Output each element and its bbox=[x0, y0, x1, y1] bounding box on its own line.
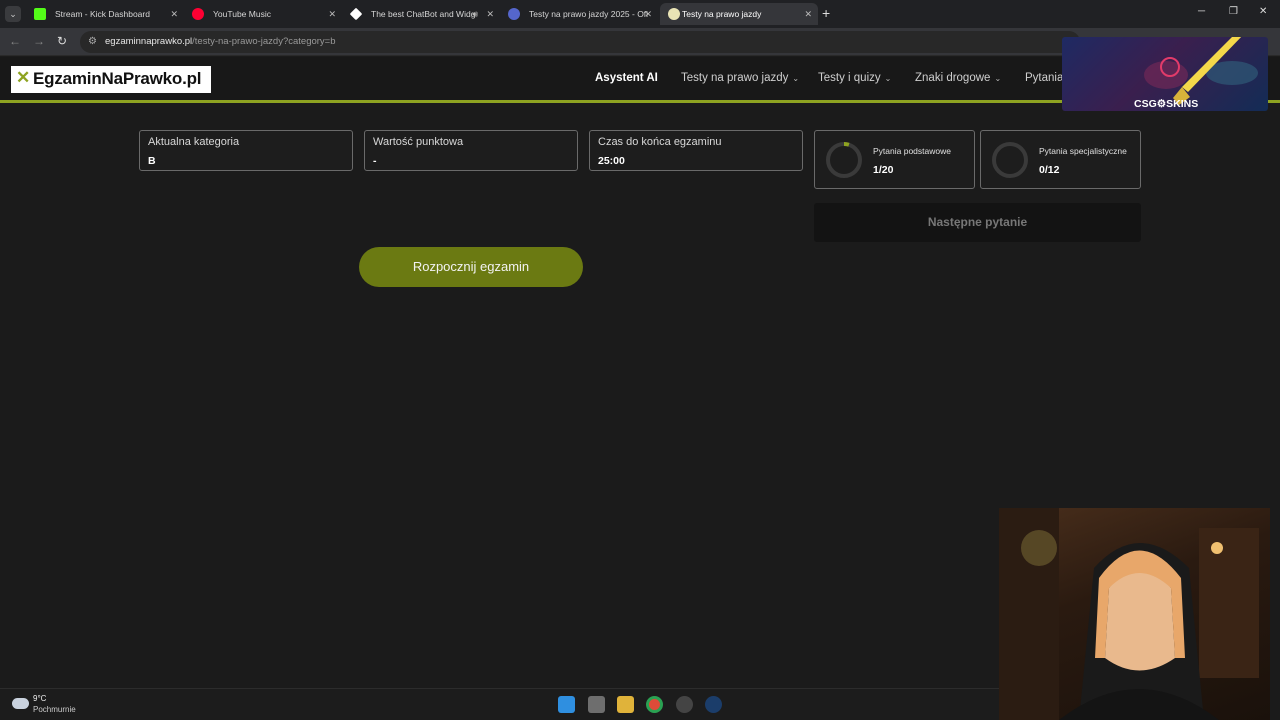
chevron-down-icon: ⌄ bbox=[994, 74, 1002, 83]
browser-tab-strip: ⌄ Stream - Kick Dashboard ✕ YouTube Musi… bbox=[0, 0, 1280, 28]
start-exam-button[interactable]: Rozpocznij egzamin bbox=[359, 247, 583, 287]
card-value: - bbox=[373, 155, 377, 167]
tab-close-icon[interactable]: ✕ bbox=[804, 3, 812, 25]
progress-ring bbox=[826, 142, 862, 178]
tab-testy-2025[interactable]: Testy na prawo jazdy 2025 - Ofi ✕ bbox=[500, 3, 658, 25]
card-point-value: Wartość punktowa - bbox=[364, 130, 578, 171]
windows-taskbar: 9°C Pochmurnie bbox=[0, 688, 999, 720]
task-view-icon[interactable] bbox=[588, 696, 605, 713]
chrome-icon[interactable] bbox=[646, 696, 663, 713]
progress-label: Pytania specjalistyczne bbox=[1039, 146, 1127, 156]
card-label: Aktualna kategoria bbox=[148, 136, 240, 148]
reload-icon[interactable]: ↻ bbox=[57, 34, 67, 48]
forward-arrow-icon[interactable]: → bbox=[33, 34, 45, 48]
back-arrow-icon[interactable]: ← bbox=[9, 34, 21, 48]
tab-search-menu-button[interactable]: ⌄ bbox=[5, 6, 21, 22]
nav-testy-i-quizy[interactable]: Testy i quizy ⌄ bbox=[818, 72, 891, 84]
site-icon bbox=[668, 8, 680, 20]
restore-icon[interactable]: ❐ bbox=[1229, 6, 1238, 17]
site-info-icon[interactable]: ⚙ bbox=[88, 36, 97, 47]
tab-label: Testy na prawo jazdy bbox=[682, 9, 762, 19]
file-explorer-icon[interactable] bbox=[617, 696, 634, 713]
weather-description: Pochmurnie bbox=[33, 705, 76, 714]
nav-pytania[interactable]: Pytania bbox=[1025, 72, 1063, 84]
tab-close-icon[interactable]: ✕ bbox=[486, 3, 494, 25]
kick-icon bbox=[34, 8, 46, 20]
nav-asystent-ai[interactable]: Asystent AI bbox=[595, 72, 658, 84]
card-specialist-questions: Pytania specjalistyczne 0/12 bbox=[980, 130, 1141, 189]
card-time-left: Czas do końca egzaminu 25:00 bbox=[589, 130, 803, 171]
cloud-icon bbox=[12, 698, 29, 709]
chatbot-site-icon bbox=[349, 7, 363, 21]
tab-close-icon[interactable]: ✕ bbox=[170, 3, 178, 25]
address-bar[interactable]: ⚙ egzaminnaprawko.pl/testy-na-prawo-jazd… bbox=[80, 31, 1080, 53]
tab-label: YouTube Music bbox=[213, 9, 271, 19]
progress-ring bbox=[992, 142, 1028, 178]
speaker-icon[interactable]: 🔊︎ bbox=[472, 3, 478, 25]
close-window-icon[interactable]: ✕ bbox=[1259, 6, 1267, 17]
card-value: B bbox=[148, 155, 156, 167]
chevron-down-icon: ⌄ bbox=[792, 74, 800, 83]
weather-temperature: 9°C bbox=[33, 694, 47, 703]
card-label: Czas do końca egzaminu bbox=[598, 136, 722, 148]
windows-start-icon[interactable] bbox=[558, 696, 575, 713]
steam-icon[interactable] bbox=[705, 696, 722, 713]
url-text[interactable]: egzaminnaprawko.pl/testy-na-prawo-jazdy?… bbox=[105, 36, 336, 47]
site-logo[interactable]: ✕ EgzaminNaPrawko.pl bbox=[11, 66, 211, 93]
tab-label: Testy na prawo jazdy 2025 - Ofi bbox=[529, 9, 649, 19]
tab-label: Stream - Kick Dashboard bbox=[55, 9, 150, 19]
card-label: Wartość punktowa bbox=[373, 136, 464, 148]
webcam-video-image bbox=[999, 508, 1259, 720]
minimize-icon[interactable]: ─ bbox=[1198, 6, 1205, 17]
nav-label: Testy na prawo jazdy bbox=[681, 72, 789, 84]
url-path: /testy-na-prawo-jazdy?category=b bbox=[192, 36, 336, 47]
tab-youtube-music[interactable]: YouTube Music ✕ bbox=[184, 3, 342, 25]
ad-brand-text: CSG⚙SKINS bbox=[1134, 98, 1199, 110]
site-icon bbox=[508, 8, 520, 20]
nav-label: Asystent AI bbox=[595, 72, 658, 84]
new-tab-plus-icon[interactable]: + bbox=[822, 5, 830, 21]
next-question-button[interactable]: Następne pytanie bbox=[814, 203, 1141, 242]
tab-label: The best ChatBot and Widg bbox=[371, 9, 476, 19]
tab-kick-dashboard[interactable]: Stream - Kick Dashboard ✕ bbox=[26, 3, 184, 25]
chevron-down-icon: ⌄ bbox=[884, 74, 892, 83]
tab-testy-na-prawo-jazdy[interactable]: Testy na prawo jazdy ✕ bbox=[660, 3, 818, 25]
progress-value: 0/12 bbox=[1039, 164, 1060, 176]
card-basic-questions: Pytania podstawowe 1/20 bbox=[814, 130, 975, 189]
tab-close-icon[interactable]: ✕ bbox=[644, 3, 652, 25]
streamer-webcam bbox=[999, 508, 1270, 720]
nav-label: Pytania bbox=[1025, 72, 1064, 84]
progress-label: Pytania podstawowe bbox=[873, 146, 951, 156]
url-host: egzaminnaprawko.pl bbox=[105, 36, 193, 47]
logo-text: EgzaminNaPrawko.pl bbox=[33, 69, 202, 88]
logo-check-icon: ✕ bbox=[16, 68, 31, 87]
nav-label: Znaki drogowe bbox=[915, 72, 991, 84]
youtube-music-icon bbox=[192, 8, 204, 20]
nav-testy-na-prawo-jazdy[interactable]: Testy na prawo jazdy ⌄ bbox=[681, 72, 799, 84]
progress-value: 1/20 bbox=[873, 164, 894, 176]
card-value: 25:00 bbox=[598, 155, 625, 167]
tab-chatbot[interactable]: The best ChatBot and Widg 🔊︎ ✕ bbox=[342, 3, 500, 25]
nav-znaki-drogowe[interactable]: Znaki drogowe ⌄ bbox=[915, 72, 1001, 84]
card-current-category: Aktualna kategoria B bbox=[139, 130, 353, 171]
obs-icon[interactable] bbox=[676, 696, 693, 713]
nav-label: Testy i quizy bbox=[818, 72, 881, 84]
csgo-skins-overlay-ad: CSG⚙SKINS bbox=[1062, 37, 1268, 111]
tab-close-icon[interactable]: ✕ bbox=[328, 3, 336, 25]
